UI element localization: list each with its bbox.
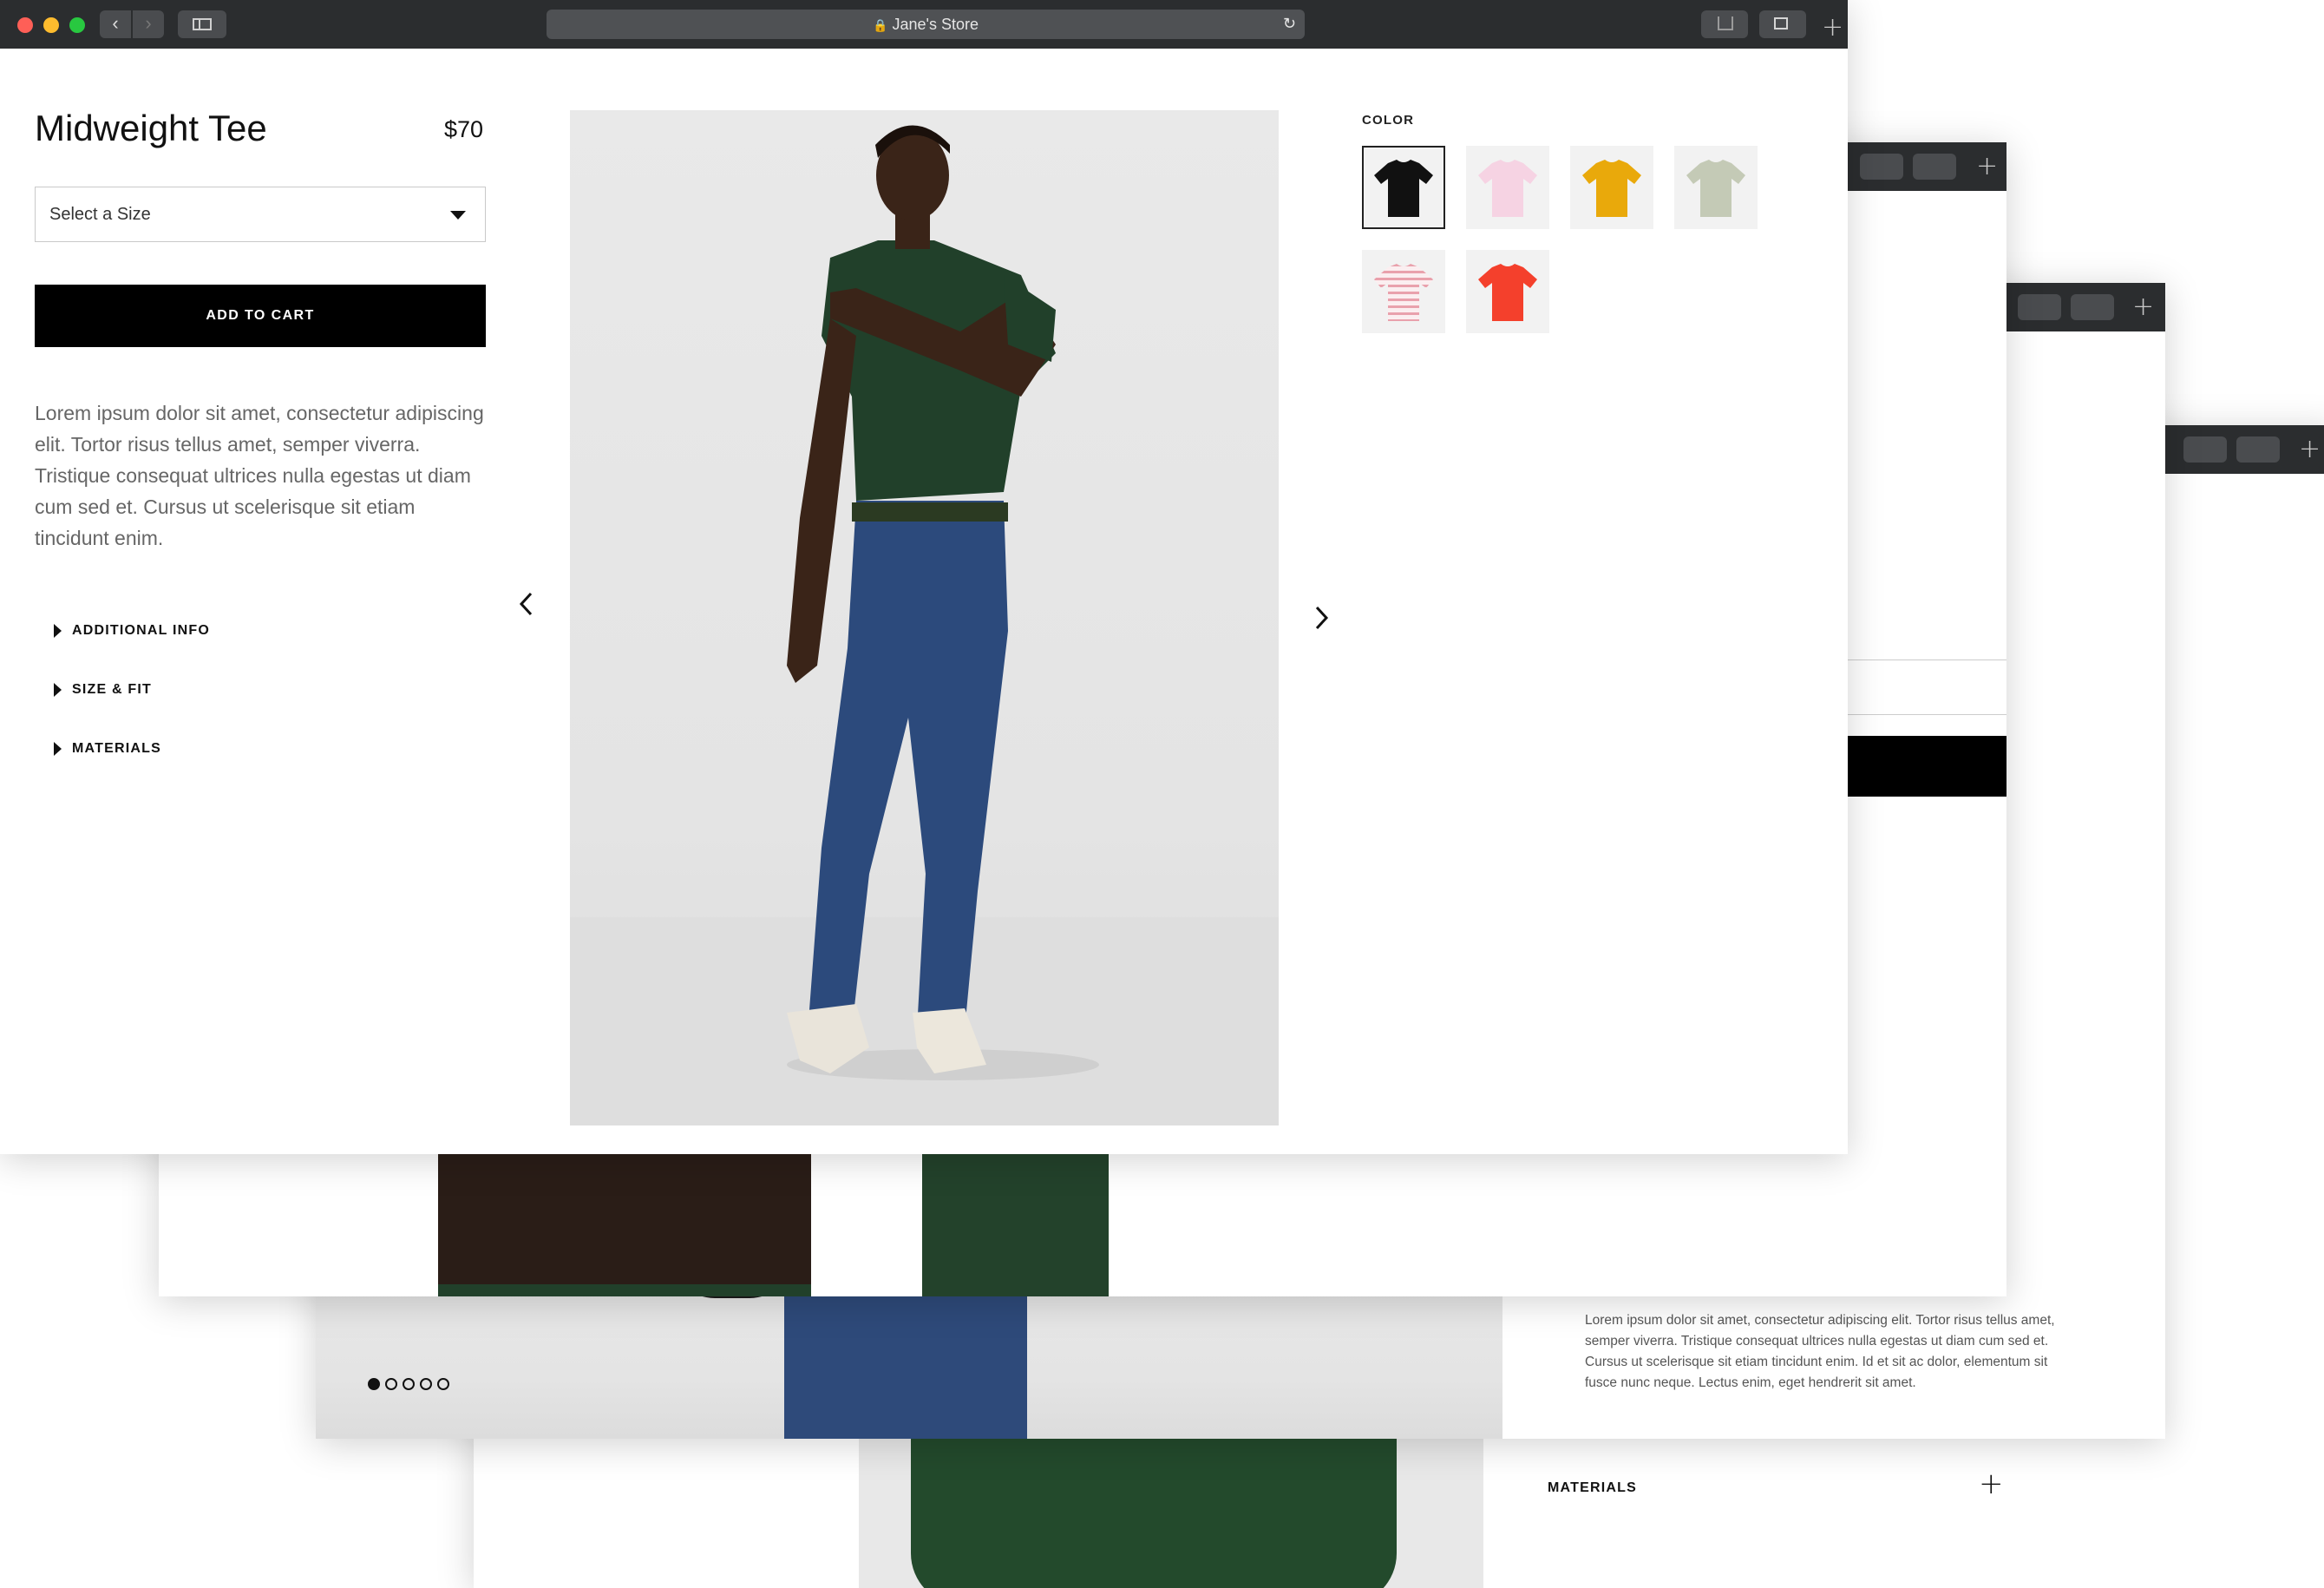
new-tab-icon[interactable]: + bbox=[1822, 12, 1843, 43]
tshirt-icon bbox=[1374, 160, 1433, 217]
carousel-next-button[interactable] bbox=[1308, 600, 1334, 635]
new-tab-icon[interactable]: + bbox=[2299, 434, 2321, 464]
tabs-icon bbox=[1774, 17, 1788, 30]
share-button[interactable] bbox=[1701, 10, 1748, 38]
carousel-dots[interactable] bbox=[368, 1378, 455, 1394]
product-main-image bbox=[570, 110, 1279, 1125]
product-description: Lorem ipsum dolor sit amet, consectetur … bbox=[1585, 1313, 2055, 1390]
browser-window-main: ‹ › 🔒 Jane's Store ↻ + Midweight Tee $70… bbox=[0, 0, 1848, 1154]
new-tab-icon[interactable]: + bbox=[1976, 151, 1998, 181]
share-icon[interactable] bbox=[2183, 436, 2227, 463]
sidebar-icon bbox=[193, 18, 212, 30]
share-icon[interactable] bbox=[2018, 294, 2061, 320]
accordion-size-fit[interactable]: SIZE & FIT bbox=[54, 682, 152, 698]
accordion-materials[interactable]: MATERIALS bbox=[54, 741, 161, 757]
chevron-left-icon: ‹ bbox=[112, 12, 119, 34]
caret-right-icon bbox=[54, 742, 62, 756]
caret-right-icon bbox=[54, 624, 62, 638]
accordion-label: SIZE & FIT bbox=[72, 682, 152, 697]
back-button[interactable]: ‹ bbox=[100, 10, 131, 38]
tabs-icon[interactable] bbox=[2071, 294, 2114, 320]
product-description: Lorem ipsum dolor sit amet, consectetur … bbox=[35, 402, 484, 549]
carousel-dot[interactable] bbox=[385, 1378, 397, 1390]
maximize-window-icon[interactable] bbox=[69, 17, 85, 33]
color-swatch-sage[interactable] bbox=[1674, 146, 1758, 229]
color-label: COLOR bbox=[1362, 113, 1415, 128]
carousel-prev-button[interactable] bbox=[514, 587, 540, 621]
tshirt-icon bbox=[1686, 160, 1745, 217]
tshirt-icon bbox=[1478, 160, 1537, 217]
new-tab-icon[interactable]: + bbox=[2132, 292, 2154, 322]
share-icon bbox=[1718, 16, 1733, 30]
carousel-dot[interactable] bbox=[403, 1378, 415, 1390]
accordion-additional-info[interactable]: ADDITIONAL INFO bbox=[54, 623, 210, 639]
tabs-button[interactable] bbox=[1759, 10, 1806, 38]
lock-icon: 🔒 bbox=[873, 18, 888, 32]
lifestyle-photo-2 bbox=[922, 1154, 1109, 1296]
tshirt-icon bbox=[1478, 264, 1537, 321]
chevron-left-icon bbox=[519, 592, 533, 616]
chevron-right-icon: › bbox=[145, 12, 152, 34]
chevron-down-icon bbox=[450, 211, 466, 220]
plus-icon[interactable]: + bbox=[1979, 1467, 2004, 1501]
color-swatch-yellow[interactable] bbox=[1570, 146, 1653, 229]
color-swatch-striped[interactable] bbox=[1362, 250, 1445, 333]
forward-button[interactable]: › bbox=[133, 10, 164, 38]
carousel-dot[interactable] bbox=[420, 1378, 432, 1390]
tshirt-icon bbox=[1582, 160, 1641, 217]
product-price: $70 bbox=[444, 116, 484, 142]
color-swatch-pink[interactable] bbox=[1466, 146, 1549, 229]
close-window-icon[interactable] bbox=[17, 17, 33, 33]
reload-icon[interactable]: ↻ bbox=[1283, 10, 1296, 39]
accordion-label: ADDITIONAL INFO bbox=[72, 623, 211, 638]
color-swatch-red[interactable] bbox=[1466, 250, 1549, 333]
sidebar-toggle-button[interactable] bbox=[178, 10, 226, 38]
address-bar[interactable]: 🔒 Jane's Store ↻ bbox=[547, 10, 1305, 39]
color-swatch-black[interactable] bbox=[1362, 146, 1445, 229]
minimize-window-icon[interactable] bbox=[43, 17, 59, 33]
tabs-icon[interactable] bbox=[1913, 154, 1956, 180]
product-title: Midweight Tee bbox=[35, 108, 267, 148]
add-to-cart-button[interactable]: ADD TO CART bbox=[35, 285, 486, 347]
chevron-right-icon bbox=[1315, 606, 1329, 630]
tabs-icon[interactable] bbox=[2236, 436, 2280, 463]
tshirt-icon bbox=[1374, 264, 1433, 321]
address-text: Jane's Store bbox=[892, 16, 979, 33]
accordion-label: MATERIALS bbox=[72, 741, 161, 756]
carousel-dot-active[interactable] bbox=[368, 1378, 380, 1390]
add-to-cart-label: ADD TO CART bbox=[206, 308, 315, 323]
product-image-crop bbox=[859, 1432, 1483, 1588]
size-select[interactable]: Select a Size bbox=[35, 187, 486, 242]
caret-right-icon bbox=[54, 683, 62, 697]
size-select-value: Select a Size bbox=[49, 205, 151, 224]
model-illustration bbox=[570, 125, 1279, 1125]
lifestyle-photo-1 bbox=[438, 1154, 811, 1296]
materials-label[interactable]: MATERIALS bbox=[1548, 1480, 1637, 1496]
carousel-dot[interactable] bbox=[437, 1378, 449, 1390]
share-icon[interactable] bbox=[1860, 154, 1903, 180]
